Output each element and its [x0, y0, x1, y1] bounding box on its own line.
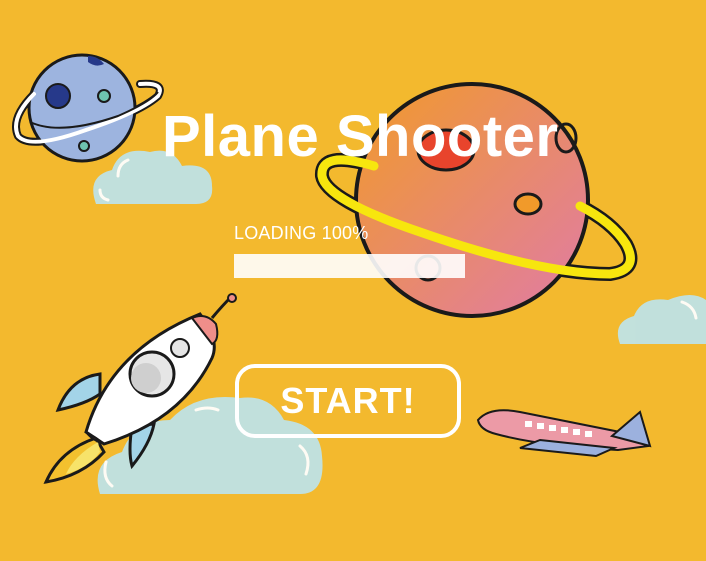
- start-button[interactable]: START!: [235, 364, 461, 438]
- game-title: Plane Shooter: [162, 104, 559, 169]
- loading-label: LOADING 100%: [234, 223, 369, 243]
- loading-progress-bar: [234, 254, 465, 278]
- loading-progress-fill: [234, 254, 465, 278]
- game-screen: Plane Shooter LOADING 100% START!: [0, 0, 706, 561]
- background-art: [0, 0, 706, 561]
